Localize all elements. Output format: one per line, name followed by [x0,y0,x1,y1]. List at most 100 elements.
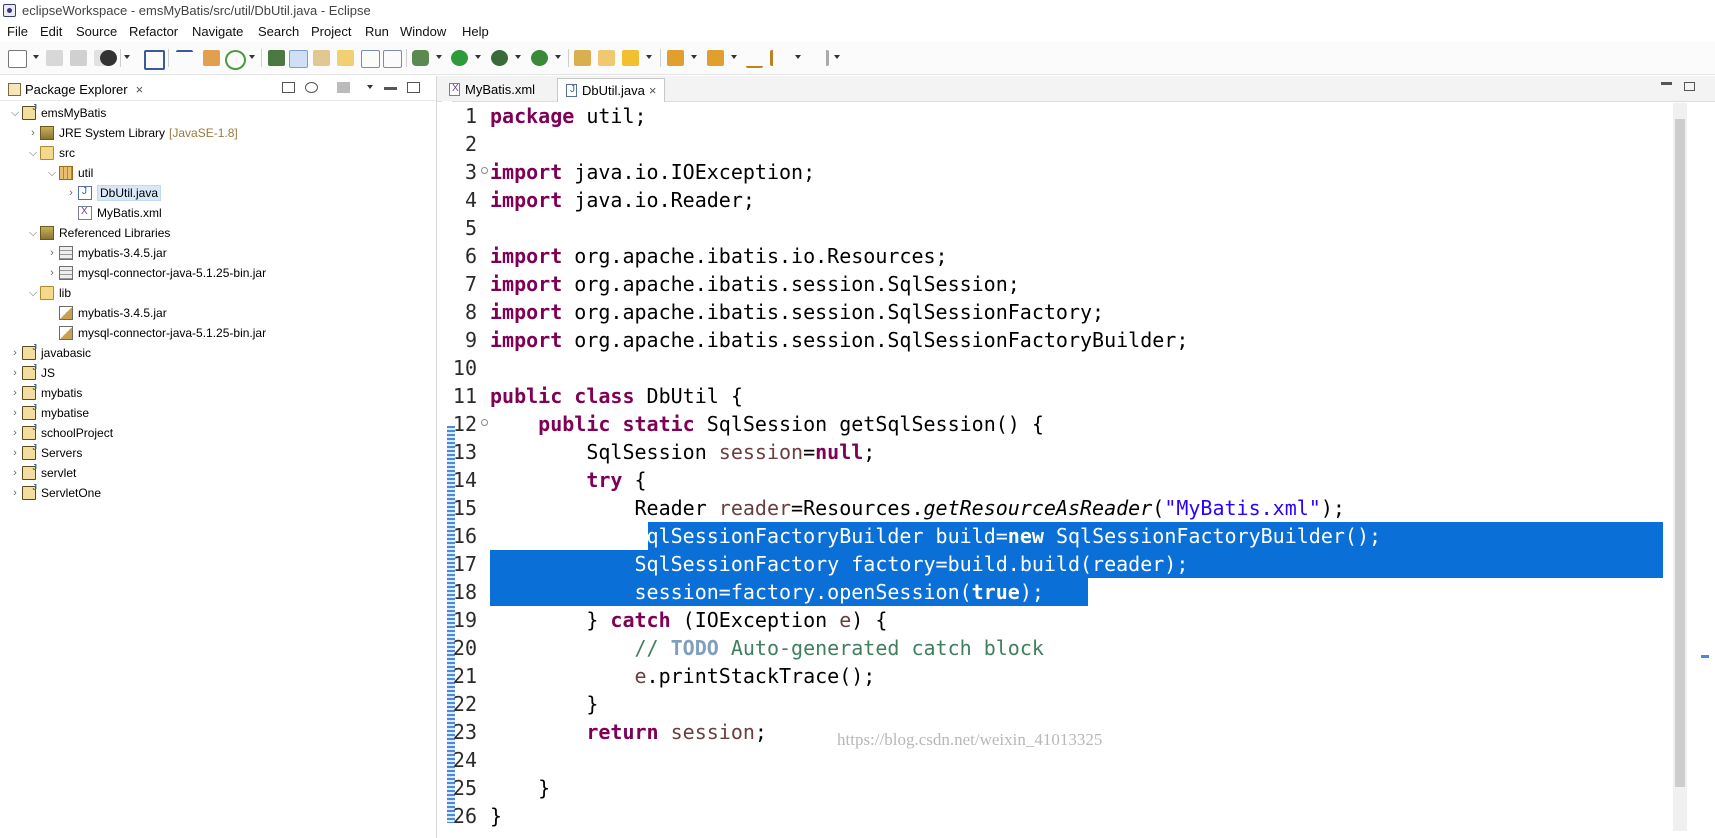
maximize-icon[interactable] [407,82,420,93]
terminal-icon[interactable] [144,50,165,70]
mark-occurrences-icon[interactable] [289,50,308,68]
tree-item-lib-mysql-jar[interactable]: mysql-connector-java-5.1.25-bin.jar [45,323,266,343]
package-explorer-tab[interactable]: Package Explorer × [4,78,149,100]
tree-item-emsmybatis[interactable]: ⌵ emsMyBatis [8,103,106,123]
chevron-right-icon[interactable]: › [8,467,22,479]
view-menu-icon[interactable] [367,85,373,89]
profile-dropdown-icon[interactable] [124,55,130,59]
menu-navigate[interactable]: Navigate [192,24,243,39]
forward-icon[interactable] [809,50,829,66]
paint-icon[interactable] [313,50,330,66]
profile-icon[interactable] [100,50,117,66]
coverage-icon[interactable] [491,50,508,66]
open-type-icon[interactable] [203,50,220,66]
maximize-editor-icon[interactable] [1684,82,1695,91]
menu-run[interactable]: Run [365,24,389,39]
chevron-down-icon[interactable]: ⌵ [8,107,22,120]
previous-annotation-dropdown-icon[interactable] [731,55,737,59]
minimize-icon[interactable] [384,87,397,90]
chevron-down-icon[interactable]: ⌵ [26,227,40,240]
debug-icon[interactable] [412,50,429,66]
pencil-icon[interactable] [622,50,639,66]
tree-item-servers[interactable]: › Servers [8,443,82,463]
overview-ruler[interactable] [1699,103,1711,831]
chevron-down-icon[interactable]: ⌵ [45,167,59,180]
link-with-editor-icon[interactable] [305,82,318,93]
chevron-right-icon[interactable]: › [8,447,22,459]
refresh-icon[interactable] [225,50,246,70]
new-dropdown-icon[interactable] [33,55,39,59]
show-whitespace-icon[interactable] [383,50,402,68]
tree-item-mysql-jar[interactable]: › mysql-connector-java-5.1.25-bin.jar [45,263,266,283]
save-all-icon[interactable] [70,50,87,66]
coverage-dropdown-icon[interactable] [515,55,521,59]
close-icon[interactable]: × [136,82,144,97]
edit-icon[interactable] [337,50,354,66]
tree-item-lib-mybatis-jar[interactable]: mybatis-3.4.5.jar [45,303,167,323]
run-icon[interactable] [451,50,468,66]
menu-refactor[interactable]: Refactor [129,24,178,39]
new-icon[interactable] [8,50,27,68]
fold-collapse-icon[interactable] [481,419,488,426]
menu-window[interactable]: Window [400,24,446,39]
tree-item-mybatise[interactable]: › mybatise [8,403,89,423]
tab-dbutil-java[interactable]: DbUtil.java × [557,78,666,102]
overview-marker[interactable] [1701,655,1709,658]
menu-search[interactable]: Search [258,24,299,39]
tree-item-schoolproject[interactable]: › schoolProject [8,423,113,443]
collapse-all-icon[interactable] [282,82,295,93]
menu-file[interactable]: File [7,24,28,39]
chevron-right-icon[interactable]: › [45,267,59,279]
back-dropdown-icon[interactable] [795,55,801,59]
open-folder-icon[interactable] [598,50,615,66]
last-edit-location-icon[interactable] [746,50,763,68]
tree-item-javabasic[interactable]: › javabasic [8,343,91,363]
tree-item-src[interactable]: ⌵ src [26,143,75,163]
scrollbar-thumb[interactable] [1675,119,1685,787]
next-annotation-dropdown-icon[interactable] [691,55,697,59]
tree-item-mybatis[interactable]: › mybatis [8,383,82,403]
chevron-right-icon[interactable]: › [8,387,22,399]
new-java-project-icon[interactable] [574,50,591,66]
chevron-right-icon[interactable]: › [8,427,22,439]
chevron-right-icon[interactable]: › [8,487,22,499]
chevron-right-icon[interactable]: › [8,367,22,379]
debug-dropdown-icon[interactable] [436,55,442,59]
chevron-right-icon[interactable]: › [8,407,22,419]
save-icon[interactable] [46,50,63,66]
skip-breakpoints-icon[interactable] [176,50,193,68]
tree-item-util[interactable]: ⌵ util [45,163,93,183]
code-area[interactable]: 1 2 3 4 5 6 7 8 9 10 11 12 13 14 15 16 1… [437,102,1673,838]
tree-item-servletone[interactable]: › ServletOne [8,483,101,503]
chevron-down-icon[interactable]: ⌵ [26,147,40,160]
previous-annotation-icon[interactable] [707,50,724,66]
menu-project[interactable]: Project [311,24,351,39]
chevron-right-icon[interactable]: › [45,247,59,259]
tree-item-referenced-libraries[interactable]: ⌵ Referenced Libraries [26,223,170,243]
tree-item-jre[interactable]: › JRE System Library [JavaSE-1.8] [26,123,238,143]
tree-item-mybatis-jar[interactable]: › mybatis-3.4.5.jar [45,243,167,263]
menu-help[interactable]: Help [462,24,489,39]
focus-icon[interactable] [337,82,350,93]
forward-dropdown-icon[interactable] [834,55,840,59]
external-tools-dropdown-icon[interactable] [555,55,561,59]
tab-mybatis-xml[interactable]: MyBatis.xml [441,78,543,101]
annotation-icon[interactable] [268,50,285,66]
run-dropdown-icon[interactable] [475,55,481,59]
menu-edit[interactable]: Edit [40,24,62,39]
chevron-down-icon[interactable]: ⌵ [26,287,40,300]
close-icon[interactable]: × [649,83,657,98]
tree-item-lib[interactable]: ⌵ lib [26,283,71,303]
external-tools-icon[interactable] [531,50,548,66]
tree-item-servlet[interactable]: › servlet [8,463,76,483]
next-annotation-icon[interactable] [667,50,684,66]
back-icon[interactable] [770,50,790,66]
refresh-dropdown-icon[interactable] [249,55,255,59]
chevron-right-icon[interactable]: › [26,127,40,139]
fold-collapse-icon[interactable] [481,167,488,174]
pencil-dropdown-icon[interactable] [646,55,652,59]
block-selection-icon[interactable] [361,50,380,68]
menu-source[interactable]: Source [76,24,117,39]
chevron-right-icon[interactable]: › [8,347,22,359]
chevron-right-icon[interactable]: › [64,187,78,199]
